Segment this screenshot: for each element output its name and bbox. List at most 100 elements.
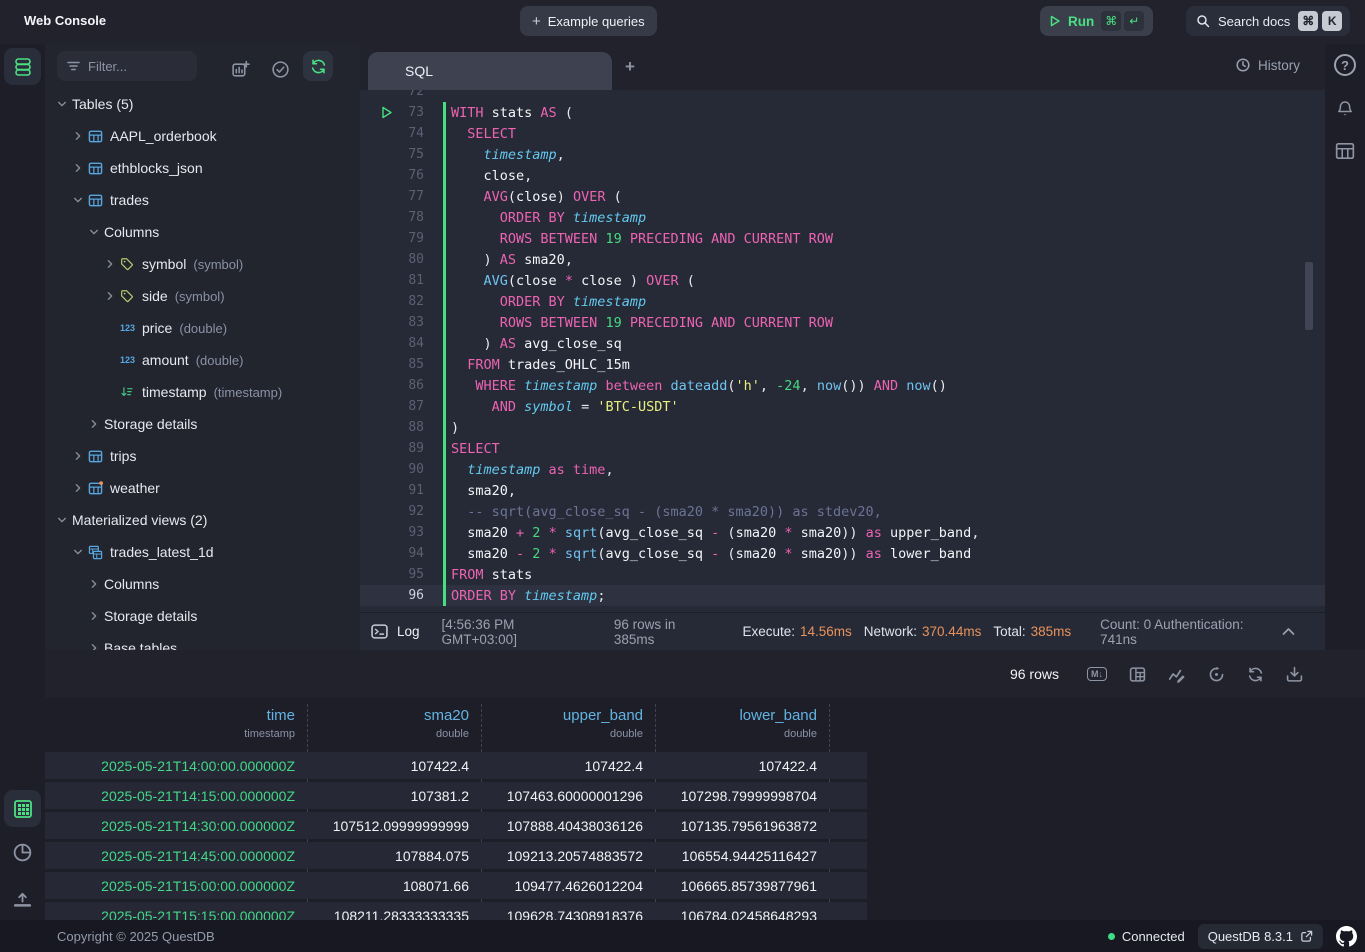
column-header-sma20[interactable]: sma20double (307, 707, 481, 740)
search-docs-button[interactable]: Search docs ⌘K (1186, 6, 1350, 36)
code-line-75[interactable]: 75 timestamp, (360, 144, 1325, 165)
chevron-right-icon[interactable] (105, 291, 120, 301)
download-result-button[interactable] (1286, 666, 1303, 683)
tree-item-storage-details[interactable]: Storage details (45, 408, 360, 440)
tree-item-columns[interactable]: Columns (45, 216, 360, 248)
table-cell[interactable]: 2025-05-21T15:15:00.000000Z (45, 908, 307, 921)
table-cell[interactable]: 108071.66 (307, 878, 481, 894)
table-cell[interactable]: 109477.4626012204 (481, 878, 655, 894)
code-line-92[interactable]: 92 -- sqrt(avg_close_sq - (sma20 * sma20… (360, 501, 1325, 522)
table-cell[interactable]: 107888.40438036126 (481, 818, 655, 834)
run-button[interactable]: Run ⌘↵ (1040, 6, 1153, 36)
chevron-down-icon[interactable] (73, 547, 88, 557)
toggle-layout-button[interactable] (1129, 666, 1146, 683)
table-cell[interactable]: 107884.075 (307, 848, 481, 864)
code-line-74[interactable]: 74 SELECT (360, 123, 1325, 144)
code-line-72[interactable]: 72 (360, 90, 1325, 102)
code-line-79[interactable]: 79 ROWS BETWEEN 19 PRECEDING AND CURRENT… (360, 228, 1325, 249)
chevron-right-icon[interactable] (73, 131, 88, 141)
schema-filter[interactable] (57, 51, 197, 81)
tree-item-trades[interactable]: trades (45, 184, 360, 216)
tree-item-tables-5-[interactable]: Tables (5) (45, 88, 360, 120)
chevron-down-icon[interactable] (57, 99, 72, 109)
example-queries-button[interactable]: + Example queries (520, 6, 657, 36)
tree-item-weather[interactable]: weather (45, 472, 360, 504)
code-line-82[interactable]: 82 ORDER BY timestamp (360, 291, 1325, 312)
column-header-lower_band[interactable]: lower_banddouble (655, 707, 829, 740)
tree-item-amount[interactable]: 123amount(double) (45, 344, 360, 376)
select-tables-button[interactable] (271, 60, 290, 79)
tree-item-columns[interactable]: Columns (45, 568, 360, 600)
tables-panel-button[interactable] (4, 48, 41, 85)
chevron-down-icon[interactable] (57, 515, 72, 525)
code-line-80[interactable]: 80 ) AS sma20, (360, 249, 1325, 270)
table-cell[interactable]: 2025-05-21T14:30:00.000000Z (45, 818, 307, 834)
history-button[interactable]: History (1235, 57, 1300, 73)
code-line-86[interactable]: 86 WHERE timestamp between dateadd('h', … (360, 375, 1325, 396)
code-line-81[interactable]: 81 AVG(close * close ) OVER ( (360, 270, 1325, 291)
chart-view-button[interactable] (0, 842, 45, 863)
help-button[interactable]: ? (1325, 54, 1365, 76)
table-cell[interactable]: 107512.09999999999 (307, 818, 481, 834)
code-line-91[interactable]: 91 sma20, (360, 480, 1325, 501)
notifications-button[interactable] (1325, 99, 1365, 120)
create-table-panel-button[interactable] (1325, 141, 1365, 161)
code-line-96[interactable]: 96ORDER BY timestamp; (360, 585, 1325, 606)
chevron-right-icon[interactable] (73, 163, 88, 173)
table-cell[interactable]: 107298.79999998704 (655, 788, 829, 804)
code-line-93[interactable]: 93 sma20 + 2 * sqrt(avg_close_sq - (sma2… (360, 522, 1325, 543)
refresh-schema-button[interactable] (303, 51, 333, 81)
code-line-85[interactable]: 85 FROM trades_OHLC_15m (360, 354, 1325, 375)
table-cell[interactable]: 107463.60000001296 (481, 788, 655, 804)
code-line-90[interactable]: 90 timestamp as time, (360, 459, 1325, 480)
table-cell[interactable]: 107135.79561963872 (655, 818, 829, 834)
chevron-right-icon[interactable] (89, 419, 104, 429)
table-cell[interactable]: 107422.4 (307, 758, 481, 774)
editor-scrollbar[interactable] (1305, 262, 1313, 330)
tree-item-trips[interactable]: trips (45, 440, 360, 472)
code-line-84[interactable]: 84 ) AS avg_close_sq (360, 333, 1325, 354)
code-line-87[interactable]: 87 AND symbol = 'BTC-USDT' (360, 396, 1325, 417)
tree-item-materialized-views-2-[interactable]: Materialized views (2) (45, 504, 360, 536)
tree-item-timestamp[interactable]: timestamp(timestamp) (45, 376, 360, 408)
tree-item-ethblocks-json[interactable]: ethblocks_json (45, 152, 360, 184)
column-header-time[interactable]: timetimestamp (45, 707, 307, 740)
collapse-log-button[interactable] (1282, 627, 1295, 636)
chevron-right-icon[interactable] (73, 451, 88, 461)
chevron-right-icon[interactable] (89, 579, 104, 589)
copy-markdown-button[interactable]: M↓ (1087, 667, 1107, 682)
table-cell[interactable]: 2025-05-21T14:15:00.000000Z (45, 788, 307, 804)
filter-input[interactable] (88, 59, 178, 74)
tab-sql[interactable]: SQL (368, 52, 612, 90)
chevron-right-icon[interactable] (105, 259, 120, 269)
refresh-result-button[interactable] (1247, 666, 1264, 683)
tree-item-base-tables[interactable]: Base tables (45, 632, 360, 650)
chevron-right-icon[interactable] (89, 611, 104, 621)
chevron-right-icon[interactable] (89, 643, 104, 650)
restore-result-button[interactable] (1208, 666, 1225, 683)
table-cell[interactable]: 106554.94425116427 (655, 848, 829, 864)
code-line-88[interactable]: 88) (360, 417, 1325, 438)
result-grid-view-button[interactable] (4, 790, 41, 827)
code-line-95[interactable]: 95FROM stats (360, 564, 1325, 585)
code-line-94[interactable]: 94 sma20 - 2 * sqrt(avg_close_sq - (sma2… (360, 543, 1325, 564)
sql-editor[interactable]: 7273WITH stats AS (74 SELECT75 timestamp… (360, 90, 1325, 612)
table-cell[interactable]: 107422.4 (481, 758, 655, 774)
chevron-down-icon[interactable] (89, 227, 104, 237)
table-cell[interactable]: 2025-05-21T14:45:00.000000Z (45, 848, 307, 864)
table-cell[interactable]: 106784.02458648293 (655, 908, 829, 921)
table-cell[interactable]: 108211.28333333335 (307, 908, 481, 921)
table-cell[interactable]: 2025-05-21T15:00:00.000000Z (45, 878, 307, 894)
tree-item-symbol[interactable]: symbol(symbol) (45, 248, 360, 280)
tree-item-trades-latest-1d[interactable]: trades_latest_1d (45, 536, 360, 568)
table-cell[interactable]: 109628.74308918376 (481, 908, 655, 921)
version-link[interactable]: QuestDB 8.3.1 (1198, 924, 1323, 949)
tree-item-aapl-orderbook[interactable]: AAPL_orderbook (45, 120, 360, 152)
tree-item-price[interactable]: 123price(double) (45, 312, 360, 344)
draw-chart-button[interactable] (1168, 665, 1186, 683)
code-line-73[interactable]: 73WITH stats AS ( (360, 102, 1325, 123)
code-line-76[interactable]: 76 close, (360, 165, 1325, 186)
table-cell[interactable]: 106665.85739877961 (655, 878, 829, 894)
add-matview-button[interactable] (231, 60, 250, 79)
column-header-upper_band[interactable]: upper_banddouble (481, 707, 655, 740)
